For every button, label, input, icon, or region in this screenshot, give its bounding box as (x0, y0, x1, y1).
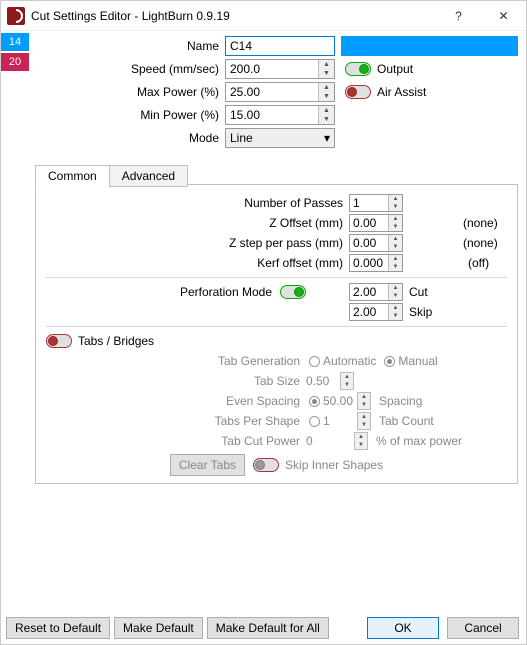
mode-label: Mode (35, 131, 225, 145)
skip-inner-label: Skip Inner Shapes (285, 458, 383, 472)
layer-list: 14 20 (1, 31, 31, 611)
titlebar: Cut Settings Editor - LightBurn 0.9.19 ?… (1, 1, 526, 31)
tabcutpower-label: Tab Cut Power (46, 434, 306, 448)
tabsize-label: Tab Size (46, 374, 306, 388)
zoffset-input[interactable]: 0.00▲▼ (349, 214, 403, 232)
settings-tabs: Common Advanced Number of Passes1▲▼ Z Of… (35, 184, 518, 484)
air-assist-label: Air Assist (377, 85, 426, 99)
skip-inner-toggle (253, 458, 279, 472)
maxpower-input[interactable]: 25.00▲▼ (225, 82, 335, 102)
close-button[interactable]: ✕ (481, 1, 526, 31)
passes-label: Number of Passes (46, 196, 349, 210)
make-default-button[interactable]: Make Default (114, 617, 203, 639)
app-icon (7, 7, 25, 25)
reset-default-button[interactable]: Reset to Default (6, 617, 110, 639)
tab-advanced[interactable]: Advanced (109, 165, 188, 187)
help-button[interactable]: ? (436, 1, 481, 31)
kerf-input[interactable]: 0.000▲▼ (349, 254, 403, 272)
zoffset-label: Z Offset (mm) (46, 216, 349, 230)
tabgen-manual-radio (384, 356, 395, 367)
cancel-button[interactable]: Cancel (447, 617, 519, 639)
passes-input[interactable]: 1▲▼ (349, 194, 403, 212)
kerf-status: (off) (468, 256, 489, 270)
mode-select[interactable]: Line▾ (225, 128, 335, 148)
minpower-label: Min Power (%) (35, 108, 225, 122)
tabgen-label: Tab Generation (46, 354, 306, 368)
chevron-down-icon: ▾ (324, 131, 330, 145)
output-label: Output (377, 62, 413, 76)
maxpower-label: Max Power (%) (35, 85, 225, 99)
zoffset-status: (none) (463, 216, 498, 230)
color-swatch[interactable] (341, 36, 518, 56)
perforation-label: Perforation Mode (180, 285, 272, 299)
window-title: Cut Settings Editor - LightBurn 0.9.19 (31, 9, 436, 23)
tab-common[interactable]: Common (35, 165, 110, 187)
tabspershape-radio (309, 416, 320, 427)
tabgen-auto-radio (309, 356, 320, 367)
tabs-bridges-label: Tabs / Bridges (78, 334, 154, 348)
zstep-status: (none) (463, 236, 498, 250)
ok-button[interactable]: OK (367, 617, 439, 639)
perf-cut-label: Cut (409, 285, 428, 299)
perf-skip-input[interactable]: 2.00▲▼ (349, 303, 403, 321)
layer-chip-20[interactable]: 20 (1, 53, 29, 71)
tabspershape-label: Tabs Per Shape (46, 414, 306, 428)
evenspacing-radio (309, 396, 320, 407)
perf-skip-label: Skip (409, 305, 432, 319)
zstep-input[interactable]: 0.00▲▼ (349, 234, 403, 252)
speed-label: Speed (mm/sec) (35, 62, 225, 76)
air-assist-toggle[interactable] (345, 85, 371, 99)
perf-cut-input[interactable]: 2.00▲▼ (349, 283, 403, 301)
clear-tabs-button: Clear Tabs (170, 454, 245, 476)
make-default-all-button[interactable]: Make Default for All (207, 617, 329, 639)
kerf-label: Kerf offset (mm) (46, 256, 349, 270)
name-label: Name (35, 39, 225, 53)
perforation-toggle[interactable] (280, 285, 306, 299)
footer: Reset to Default Make Default Make Defau… (6, 617, 519, 639)
layer-chip-14[interactable]: 14 (1, 33, 29, 51)
zstep-label: Z step per pass (mm) (46, 236, 349, 250)
name-input[interactable] (225, 36, 335, 56)
evenspacing-label: Even Spacing (46, 394, 306, 408)
output-toggle[interactable] (345, 62, 371, 76)
speed-input[interactable]: 200.0▲▼ (225, 59, 335, 79)
minpower-input[interactable]: 15.00▲▼ (225, 105, 335, 125)
tabs-bridges-toggle[interactable] (46, 334, 72, 348)
